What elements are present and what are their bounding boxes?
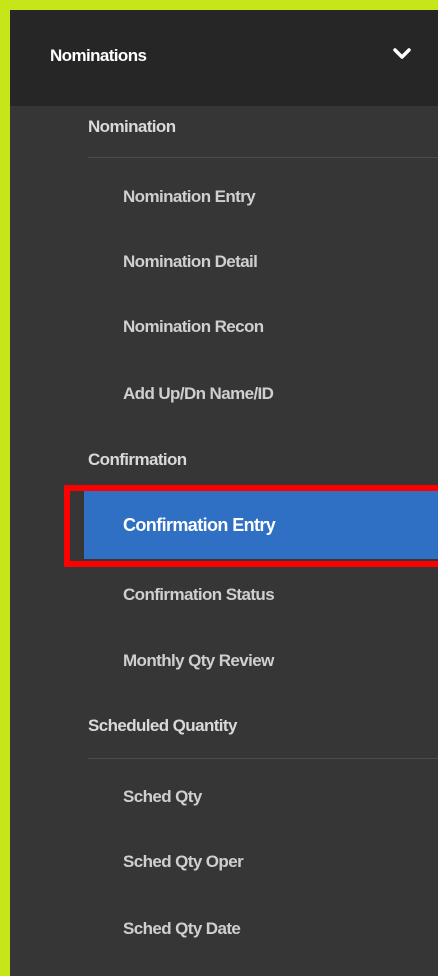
nav-item-confirmation-status[interactable]: Confirmation Status <box>123 585 275 605</box>
section-scheduled-quantity[interactable]: Scheduled Quantity <box>88 716 237 736</box>
nav-item-sched-qty-oper[interactable]: Sched Qty Oper <box>123 852 244 872</box>
nav-item-add-up-dn-name-id[interactable]: Add Up/Dn Name/ID <box>123 384 274 404</box>
section-divider <box>88 758 438 759</box>
nav-item-label: Confirmation Entry <box>123 515 276 535</box>
menu-header-title: Nominations <box>50 46 147 65</box>
nav-item-sched-qty[interactable]: Sched Qty <box>123 787 202 807</box>
nav-item-monthly-qty-review[interactable]: Monthly Qty Review <box>123 651 274 671</box>
section-confirmation[interactable]: Confirmation <box>88 450 187 470</box>
chevron-down-icon[interactable] <box>392 44 412 64</box>
section-nomination[interactable]: Nomination <box>88 117 176 137</box>
nav-panel: Nominations Nomination Nomination Entry … <box>10 10 438 976</box>
nav-item-nomination-detail[interactable]: Nomination Detail <box>123 252 258 272</box>
nav-item-nomination-recon[interactable]: Nomination Recon <box>123 317 264 337</box>
section-divider <box>88 157 438 158</box>
nav-item-nomination-entry[interactable]: Nomination Entry <box>123 187 256 207</box>
nominations-menu-header[interactable]: Nominations <box>10 10 438 106</box>
nav-item-sched-qty-date[interactable]: Sched Qty Date <box>123 919 241 939</box>
nav-item-confirmation-entry[interactable]: Confirmation Entry <box>84 491 438 559</box>
